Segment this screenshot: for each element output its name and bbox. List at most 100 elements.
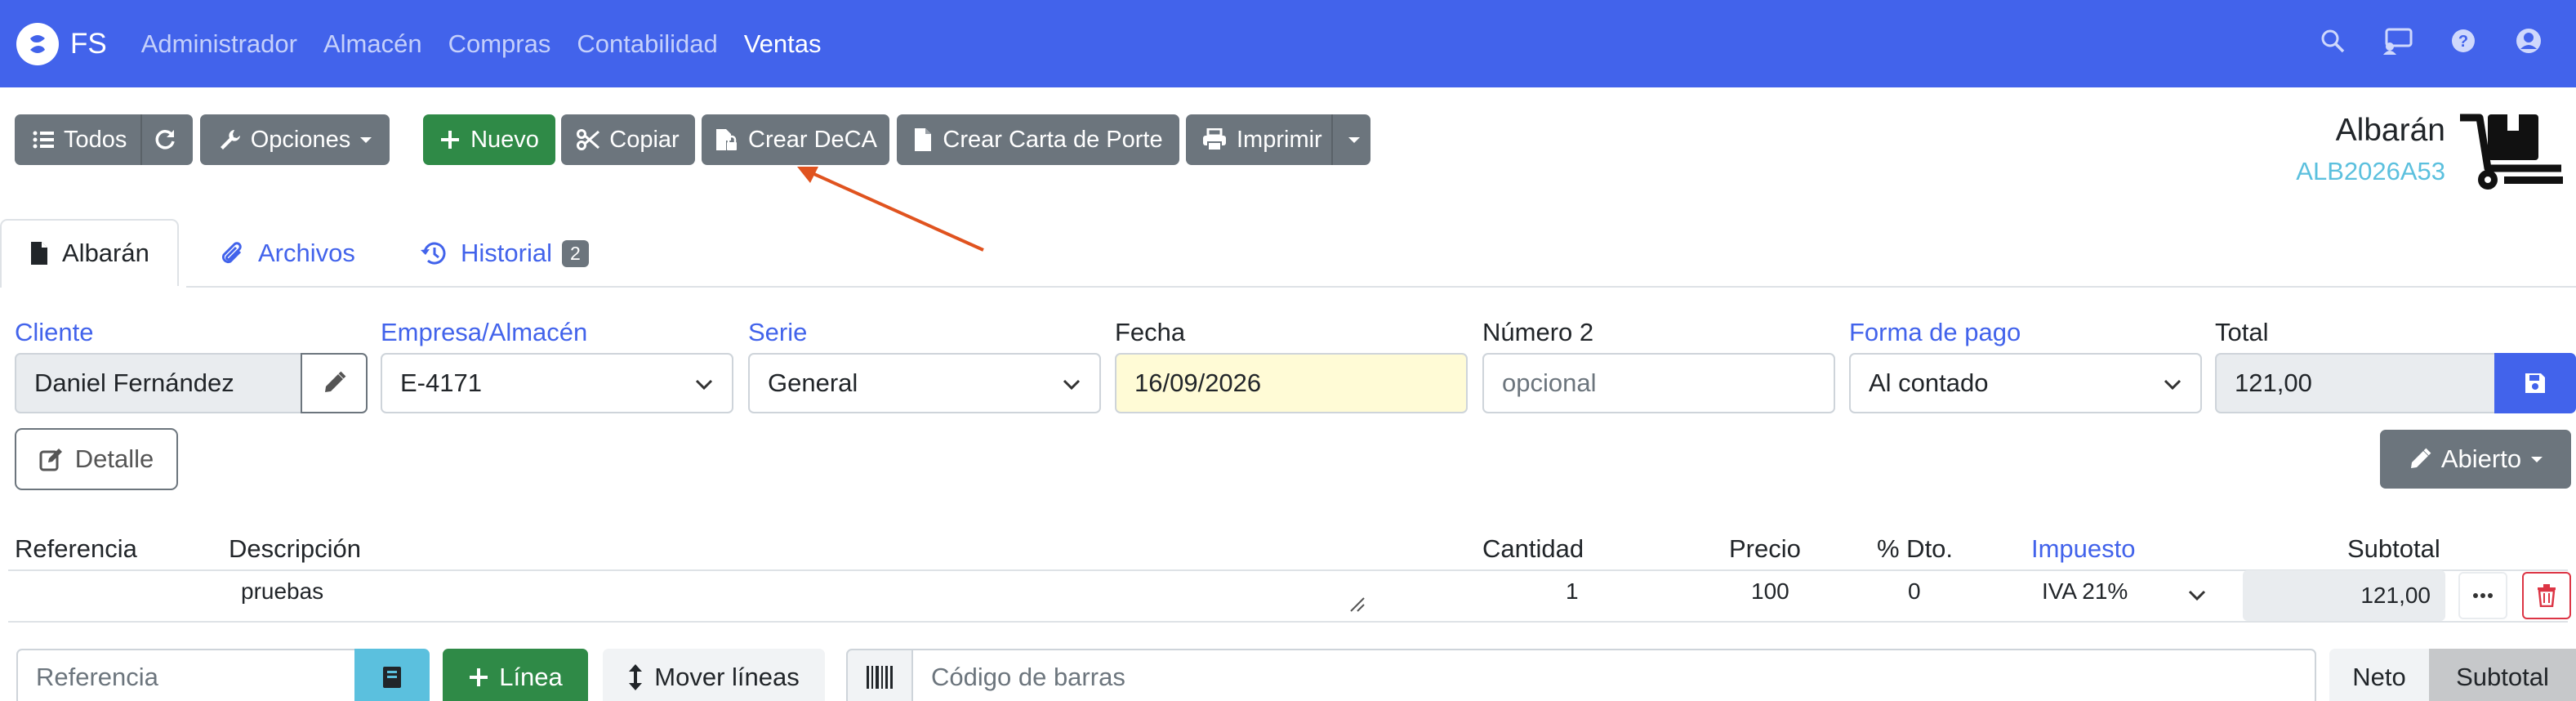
cliente-value: Daniel Fernández — [34, 368, 234, 397]
subtotal-toggle[interactable]: Subtotal — [2429, 649, 2576, 701]
button-divider — [1331, 114, 1333, 165]
neto-label: Neto — [2352, 663, 2406, 691]
forma-pago-value: Al contado — [1869, 368, 1989, 397]
chevron-down-icon — [1063, 379, 1081, 391]
pencil-icon — [325, 371, 346, 392]
tabs-divider — [0, 286, 2576, 288]
line-subtotal-value: 121,00 — [2360, 583, 2431, 608]
search-icon[interactable] — [2315, 23, 2351, 59]
refresh-icon[interactable] — [147, 122, 183, 158]
cliente-field[interactable]: Daniel Fernández — [15, 353, 302, 413]
delete-line-button[interactable] — [2522, 572, 2571, 619]
chevron-down-icon — [695, 379, 713, 391]
detalle-button[interactable]: Detalle — [15, 428, 178, 490]
document-code[interactable]: ALB2026A53 — [2296, 157, 2445, 186]
cliente-label[interactable]: Cliente — [15, 318, 94, 347]
copy-button[interactable]: Copiar — [561, 114, 695, 165]
subtotal-toggle-label: Subtotal — [2456, 663, 2549, 691]
edit-square-icon — [39, 449, 62, 471]
menu-contabilidad[interactable]: Contabilidad — [577, 29, 717, 59]
tab-archivos-label: Archivos — [258, 239, 355, 267]
add-line-label: Línea — [499, 663, 563, 691]
line-precio[interactable]: 100 — [1751, 578, 1789, 605]
menu-almacen[interactable]: Almacén — [323, 29, 422, 59]
resize-handle-icon[interactable] — [1349, 596, 1366, 613]
annotation-arrow — [797, 167, 984, 252]
edit-cliente-button[interactable] — [301, 353, 368, 413]
book-icon — [383, 667, 401, 688]
file-lock-icon — [716, 129, 738, 150]
col-precio: Precio — [1729, 534, 1801, 563]
list-icon — [33, 131, 54, 149]
tab-albaran[interactable]: Albarán — [0, 219, 179, 288]
referencia-input[interactable]: Referencia — [16, 649, 356, 701]
caret-down-icon — [1348, 137, 1360, 143]
more-icon — [2473, 593, 2493, 598]
line-cantidad[interactable]: 1 — [1566, 578, 1579, 605]
col-cantidad: Cantidad — [1482, 534, 1584, 563]
col-descripcion: Descripción — [229, 534, 361, 563]
serie-value: General — [768, 368, 858, 397]
add-line-button[interactable]: Línea — [443, 649, 588, 701]
print-label: Imprimir — [1237, 126, 1322, 153]
status-abierto-button[interactable]: Abierto — [2380, 430, 2571, 489]
facturascripts-logo-icon — [16, 22, 59, 65]
menu-compras[interactable]: Compras — [448, 29, 551, 59]
create-carta-porte-button[interactable]: Crear Carta de Porte — [897, 114, 1179, 165]
col-impuesto[interactable]: Impuesto — [2031, 534, 2136, 564]
tab-archivos[interactable]: Archivos — [193, 219, 383, 288]
paperclip-icon — [221, 242, 242, 264]
printer-icon — [1203, 128, 1226, 151]
button-divider — [140, 114, 142, 165]
wrench-icon — [220, 130, 240, 150]
empresa-value: E-4171 — [400, 368, 482, 397]
save-icon — [2525, 373, 2545, 393]
fecha-input[interactable]: 16/09/2026 — [1115, 353, 1468, 413]
pencil-icon — [2410, 448, 2431, 468]
menu-administrador[interactable]: Administrador — [141, 29, 297, 59]
serie-label[interactable]: Serie — [748, 318, 807, 347]
line-impuesto[interactable]: IVA 21% — [2042, 578, 2128, 605]
menu-ventas[interactable]: Ventas — [744, 29, 822, 59]
file-icon — [915, 128, 932, 151]
options-dropdown-button[interactable]: Opciones — [200, 114, 390, 165]
list-all-label: Todos — [64, 126, 127, 153]
line-more-button[interactable] — [2458, 572, 2507, 619]
empresa-select[interactable]: E-4171 — [381, 353, 733, 413]
line-descripcion[interactable]: pruebas — [241, 578, 323, 605]
user-icon[interactable] — [2511, 23, 2547, 59]
barcode-icon — [867, 666, 893, 689]
line-dto[interactable]: 0 — [1908, 578, 1921, 605]
brand[interactable]: FS — [16, 22, 107, 65]
neto-toggle[interactable]: Neto — [2329, 649, 2429, 701]
create-deca-button[interactable]: Crear DeCA — [702, 114, 889, 165]
new-button[interactable]: Nuevo — [423, 114, 555, 165]
forma-pago-select[interactable]: Al contado — [1849, 353, 2202, 413]
scissors-icon — [577, 129, 600, 150]
fecha-label: Fecha — [1115, 318, 1186, 346]
col-dto: % Dto. — [1877, 534, 1954, 563]
numero2-input[interactable]: opcional — [1482, 353, 1835, 413]
tab-historial[interactable]: Historial 2 — [392, 219, 617, 288]
help-icon[interactable]: ? — [2445, 23, 2481, 59]
move-lines-button[interactable]: Mover líneas — [603, 649, 825, 701]
brand-name: FS — [70, 27, 107, 60]
options-label: Opciones — [250, 126, 351, 153]
copy-label: Copiar — [609, 126, 680, 153]
print-options-caret[interactable] — [1339, 114, 1369, 165]
empresa-label[interactable]: Empresa/Almacén — [381, 318, 587, 347]
barcode-placeholder: Código de barras — [931, 663, 1125, 691]
chevron-down-icon[interactable] — [2187, 585, 2207, 605]
chat-icon[interactable] — [2380, 23, 2416, 59]
col-subtotal: Subtotal — [2347, 534, 2440, 563]
history-icon — [421, 242, 446, 265]
tab-albaran-label: Albarán — [62, 239, 149, 267]
forma-pago-label[interactable]: Forma de pago — [1849, 318, 2021, 347]
serie-select[interactable]: General — [748, 353, 1101, 413]
barcode-input[interactable]: Código de barras — [911, 649, 2316, 701]
tab-historial-label: Historial — [461, 239, 552, 267]
plus-icon — [470, 668, 488, 686]
detalle-label: Detalle — [74, 444, 154, 473]
save-button[interactable] — [2494, 353, 2576, 413]
product-search-button[interactable] — [354, 649, 430, 701]
